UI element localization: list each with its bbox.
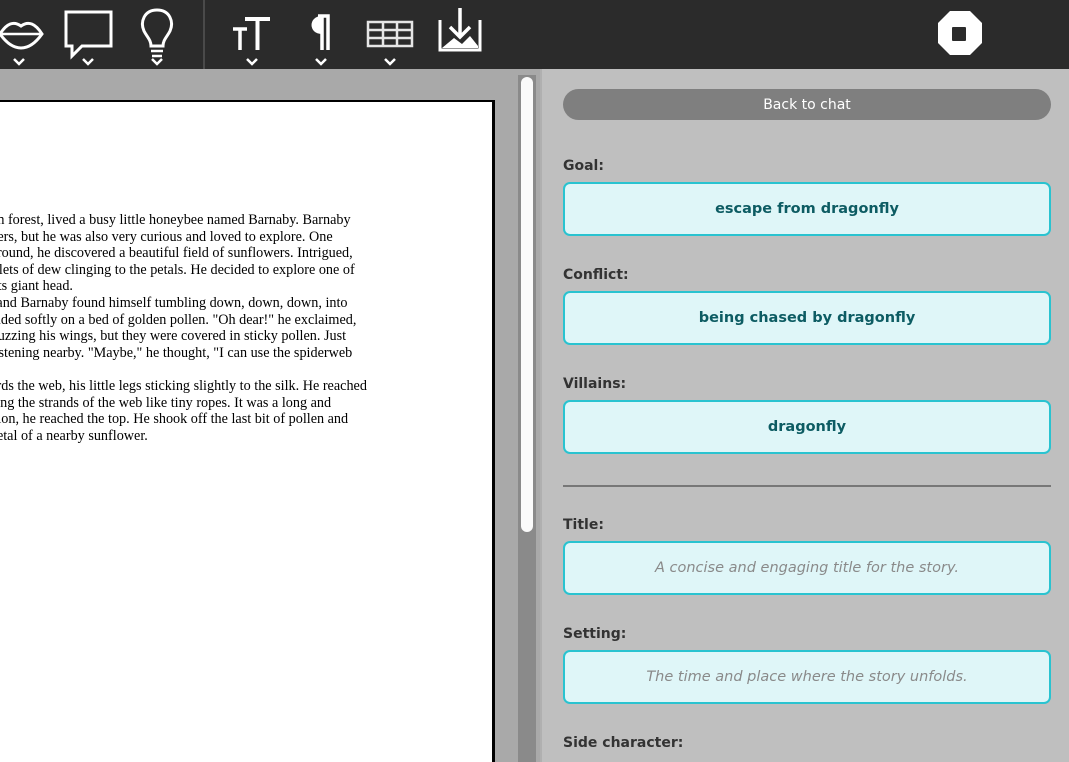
story-line: glistening nearby. "Maybe," he thought, …: [0, 344, 353, 361]
goal-field[interactable]: escape from dragonfly: [563, 182, 1051, 236]
text-size-button[interactable]: [227, 0, 279, 69]
lightbulb-icon: [141, 8, 173, 66]
title-label: Title:: [563, 517, 604, 533]
document-area[interactable]: reen forest, lived a busy little honeybe…: [0, 69, 540, 762]
villains-field[interactable]: dragonfly: [563, 400, 1051, 454]
document-scrollbar-thumb[interactable]: [521, 77, 533, 532]
document-page[interactable]: reen forest, lived a busy little honeybe…: [0, 100, 495, 762]
story-line: g around, he discovered a beautiful fiel…: [0, 245, 353, 262]
story-line: owers, but he was also very curious and …: [0, 228, 333, 245]
setting-field[interactable]: The time and place where the story unfol…: [563, 650, 1051, 704]
pilcrow-icon: [311, 14, 330, 66]
story-text: reen forest, lived a busy little honeybe…: [0, 212, 367, 444]
story-line: wards the web, his little legs sticking …: [0, 377, 367, 394]
toolbar-separator: [203, 0, 205, 69]
chat-bubble-icon: [64, 10, 113, 66]
section-divider: [563, 485, 1051, 487]
export-button[interactable]: [436, 0, 484, 69]
story-line: using the strands of the web like tiny r…: [0, 394, 332, 411]
toolbar: [0, 0, 1069, 69]
conflict-label: Conflict:: [563, 267, 629, 283]
story-panel: Back to chat Goal: escape from dragonfly…: [540, 69, 1069, 762]
story-line: reen forest, lived a busy little honeybe…: [0, 212, 351, 228]
conflict-field[interactable]: being chased by dragonfly: [563, 291, 1051, 345]
story-line: w, and Barnaby found himself tumbling do…: [0, 294, 348, 311]
story-line: [0, 361, 367, 378]
story-line: nation, he reached the top. He shook off…: [0, 411, 349, 428]
side-character-label: Side character:: [563, 735, 684, 751]
title-field[interactable]: A concise and engaging title for the sto…: [563, 541, 1051, 595]
text-size-icon: [233, 17, 270, 66]
story-line: landed softly on a bed of golden pollen.…: [0, 311, 357, 328]
back-to-chat-button[interactable]: Back to chat: [563, 89, 1051, 120]
story-line: e petal of a nearby sunflower.: [0, 427, 148, 444]
chat-button[interactable]: [62, 0, 116, 69]
download-image-icon: [438, 8, 482, 52]
villains-label: Villains:: [563, 376, 627, 392]
table-icon: [366, 20, 414, 66]
stop-icon: [938, 11, 982, 55]
story-line: d buzzing his wings, but they were cover…: [0, 328, 347, 345]
ideas-button[interactable]: [132, 0, 182, 69]
table-button[interactable]: [364, 0, 416, 69]
stop-button[interactable]: [935, 0, 983, 69]
paragraph-button[interactable]: [296, 0, 346, 69]
goal-label: Goal:: [563, 158, 604, 174]
setting-label: Setting:: [563, 626, 627, 642]
speak-button[interactable]: [0, 0, 48, 69]
lips-icon: [0, 21, 44, 66]
story-line: le its giant head.: [0, 278, 73, 295]
story-line: roplets of dew clinging to the petals. H…: [0, 261, 355, 278]
